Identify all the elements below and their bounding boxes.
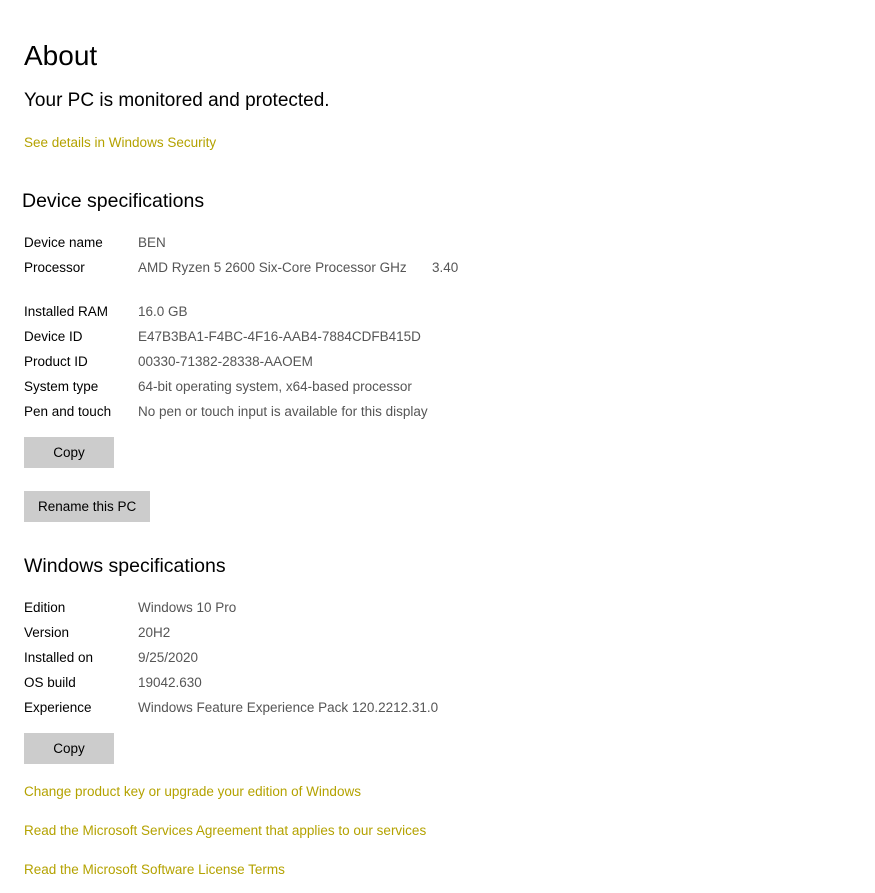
spec-value[interactable]: 19042.630 [138, 674, 202, 692]
spec-row-system-type: System type 64-bit operating system, x64… [24, 378, 544, 403]
protection-status-text: Your PC is monitored and protected. [24, 90, 330, 111]
spec-label: Device name [24, 235, 103, 250]
spec-row-edition: Edition Windows 10 Pro [24, 599, 544, 624]
spec-row-product-id: Product ID 00330-71382-28338-AAOEM [24, 353, 544, 378]
spec-row-experience: Experience Windows Feature Experience Pa… [24, 699, 544, 724]
spec-label: Pen and touch [24, 404, 112, 419]
windows-security-link[interactable]: See details in Windows Security [24, 134, 216, 152]
device-specs-table: Device name BEN Processor AMD Ryzen 5 26… [24, 234, 544, 428]
spec-label: OS build [24, 675, 76, 690]
spec-value[interactable]: BEN [138, 234, 166, 252]
page-title: About [24, 40, 98, 71]
spec-label: Edition [24, 600, 66, 615]
spec-row-installed-ram: Installed RAM 16.0 GB [24, 303, 544, 328]
spec-label: Version [24, 625, 70, 640]
copy-windows-specs-button[interactable]: Copy [24, 733, 114, 764]
spec-value[interactable]: 64-bit operating system, x64-based proce… [138, 378, 412, 396]
spec-row-processor: Processor AMD Ryzen 5 2600 Six-Core Proc… [24, 259, 544, 303]
spec-value[interactable]: 20H2 [138, 624, 170, 642]
device-specs-heading: Device specifications [22, 190, 205, 212]
windows-specs-heading: Windows specifications [24, 555, 226, 577]
spec-value[interactable]: 00330-71382-28338-AAOEM [138, 353, 313, 371]
spec-value[interactable]: Windows 10 Pro [138, 599, 236, 617]
spec-label: Experience [24, 700, 92, 715]
spec-row-installed-on: Installed on 9/25/2020 [24, 649, 544, 674]
processor-speed: 3.40 [432, 260, 459, 275]
spec-value[interactable]: No pen or touch input is available for t… [138, 403, 428, 421]
spec-row-pen-and-touch: Pen and touch No pen or touch input is a… [24, 403, 544, 428]
spec-value[interactable]: 9/25/2020 [138, 649, 198, 667]
processor-value[interactable]: AMD Ryzen 5 2600 Six-Core Processor GHz … [138, 259, 463, 277]
spec-value[interactable]: 16.0 GB [138, 303, 188, 321]
spec-label: System type [24, 379, 99, 394]
spec-label: Installed on [24, 650, 94, 665]
spec-label: Product ID [24, 354, 88, 369]
spec-value[interactable]: Windows Feature Experience Pack 120.2212… [138, 699, 438, 717]
license-terms-link[interactable]: Read the Microsoft Software License Term… [24, 861, 285, 879]
spec-label: Processor [24, 260, 85, 275]
spec-row-device-name: Device name BEN [24, 234, 544, 259]
change-product-key-link[interactable]: Change product key or upgrade your editi… [24, 783, 361, 801]
windows-specs-table: Edition Windows 10 Pro Version 20H2 Inst… [24, 599, 544, 724]
copy-device-specs-button[interactable]: Copy [24, 437, 114, 468]
spec-row-os-build: OS build 19042.630 [24, 674, 544, 699]
spec-value[interactable]: E47B3BA1-F4BC-4F16-AAB4-7884CDFB415D [138, 328, 421, 346]
spec-row-device-id: Device ID E47B3BA1-F4BC-4F16-AAB4-7884CD… [24, 328, 544, 353]
spec-label: Device ID [24, 329, 83, 344]
services-agreement-link[interactable]: Read the Microsoft Services Agreement th… [24, 822, 426, 840]
rename-pc-button[interactable]: Rename this PC [24, 491, 151, 522]
processor-name: AMD Ryzen 5 2600 Six-Core Processor GHz [138, 260, 407, 275]
spec-row-version: Version 20H2 [24, 624, 544, 649]
spec-label: Installed RAM [24, 304, 109, 319]
